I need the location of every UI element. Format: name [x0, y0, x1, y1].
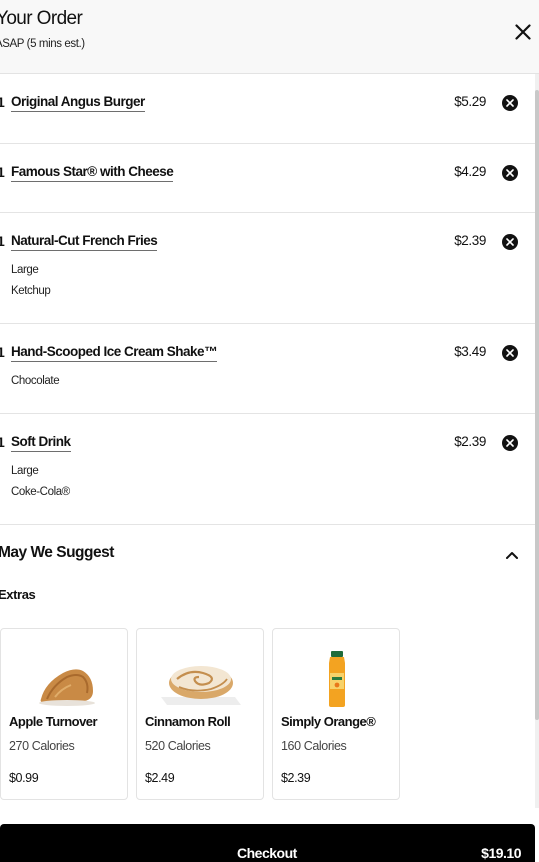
page-title: Your Order: [0, 8, 83, 29]
item-name-link[interactable]: Hand-Scooped Ice Cream Shake™: [11, 344, 218, 362]
suggestion-name: Cinnamon Roll: [145, 714, 231, 729]
remove-icon: [506, 349, 514, 357]
item-modifier: Large: [11, 465, 39, 477]
item-price: $3.49: [454, 344, 486, 359]
order-item: 1 Famous Star® with Cheese $4.29: [0, 144, 535, 213]
item-quantity: 1: [0, 94, 5, 110]
orange-juice-image: [329, 651, 345, 707]
suggestion-card[interactable]: Cinnamon Roll 520 Calories $2.49: [136, 628, 264, 800]
remove-item-button[interactable]: [502, 345, 518, 361]
remove-icon: [506, 439, 514, 447]
suggest-heading: May We Suggest: [0, 544, 114, 561]
suggestion-calories: 270 Calories: [9, 739, 75, 753]
item-quantity: 1: [0, 164, 5, 180]
collapse-suggest-button[interactable]: [503, 546, 521, 564]
order-items-list: 1 Original Angus Burger $5.29 1 Famous S…: [0, 74, 535, 525]
remove-item-button[interactable]: [502, 435, 518, 451]
suggestion-card[interactable]: Apple Turnover 270 Calories $0.99: [0, 628, 128, 800]
scrollbar-thumb[interactable]: [535, 90, 539, 720]
item-price: $5.29: [454, 94, 486, 109]
suggestion-name: Apple Turnover: [9, 714, 98, 729]
suggestion-price: $0.99: [9, 771, 39, 785]
cinnamon-roll-image: [161, 666, 241, 705]
checkout-button[interactable]: Checkout $19.10: [0, 824, 535, 862]
remove-icon: [506, 238, 514, 246]
item-quantity: 1: [0, 434, 5, 450]
item-quantity: 1: [0, 233, 5, 249]
suggestion-price: $2.39: [281, 771, 311, 785]
item-quantity: 1: [0, 344, 5, 360]
extras-section-label: Extras: [0, 587, 36, 602]
order-item: 1 Soft Drink $2.39 Large Coke-Cola®: [0, 414, 535, 525]
item-modifier: Ketchup: [11, 285, 51, 297]
item-name-link[interactable]: Soft Drink: [11, 434, 71, 452]
item-price: $4.29: [454, 164, 486, 179]
order-item: 1 Original Angus Burger $5.29: [0, 74, 535, 144]
order-header: Your Order ASAP (5 mins est.): [0, 0, 539, 74]
suggestion-calories: 160 Calories: [281, 739, 347, 753]
item-modifier: Large: [11, 264, 39, 276]
remove-icon: [506, 99, 514, 107]
remove-item-button[interactable]: [502, 165, 518, 181]
item-price: $2.39: [454, 233, 486, 248]
order-total: $19.10: [481, 845, 521, 861]
item-name-link[interactable]: Famous Star® with Cheese: [11, 164, 174, 182]
order-time-estimate: ASAP (5 mins est.): [0, 38, 85, 50]
apple-turnover-image: [39, 669, 95, 706]
suggestion-price: $2.49: [145, 771, 175, 785]
remove-icon: [506, 169, 514, 177]
item-name-link[interactable]: Original Angus Burger: [11, 94, 145, 112]
chevron-up-icon: [506, 552, 518, 559]
close-icon: [515, 24, 531, 40]
item-modifier: Chocolate: [11, 375, 60, 387]
order-item: 1 Hand-Scooped Ice Cream Shake™ $3.49 Ch…: [0, 324, 535, 414]
suggestion-card[interactable]: Simply Orange® 160 Calories $2.39: [272, 628, 400, 800]
close-button[interactable]: [511, 20, 535, 44]
item-price: $2.39: [454, 434, 486, 449]
checkout-label: Checkout: [237, 845, 297, 861]
suggestion-name: Simply Orange®: [281, 714, 376, 729]
item-name-link[interactable]: Natural-Cut French Fries: [11, 233, 158, 251]
remove-item-button[interactable]: [502, 95, 518, 111]
remove-item-button[interactable]: [502, 234, 518, 250]
item-modifier: Coke-Cola®: [11, 486, 70, 498]
order-item: 1 Natural-Cut French Fries $2.39 Large K…: [0, 213, 535, 324]
suggestion-calories: 520 Calories: [145, 739, 211, 753]
